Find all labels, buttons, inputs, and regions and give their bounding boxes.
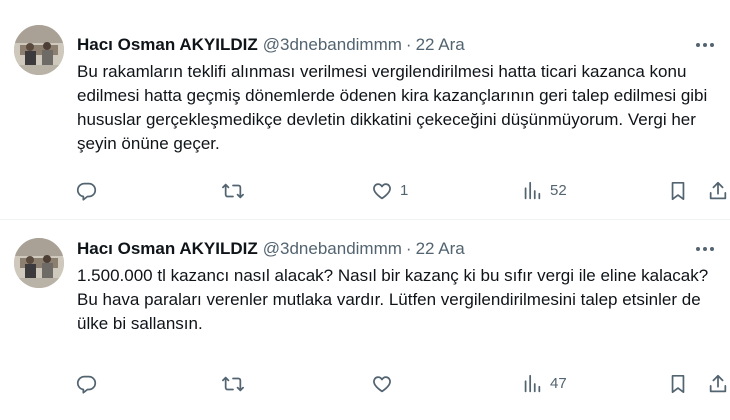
retweet-button[interactable] bbox=[221, 372, 252, 396]
tweet-text: 1.500.000 tl kazancı nasıl alacak? Nasıl… bbox=[77, 266, 709, 333]
share-button[interactable] bbox=[707, 372, 729, 396]
views-chart-icon bbox=[521, 373, 543, 395]
retweet-icon bbox=[221, 180, 245, 202]
heart-icon bbox=[371, 180, 393, 202]
bookmark-button[interactable] bbox=[668, 179, 688, 203]
reply-icon bbox=[76, 373, 98, 395]
bookmark-icon bbox=[668, 180, 688, 202]
avatar[interactable] bbox=[14, 238, 64, 288]
avatar[interactable] bbox=[14, 25, 64, 75]
views-button[interactable]: 47 bbox=[521, 372, 567, 396]
like-button[interactable]: 1 bbox=[371, 179, 408, 203]
share-icon bbox=[707, 373, 729, 395]
tweet-time[interactable]: 22 Ara bbox=[416, 238, 465, 260]
tweet-divider bbox=[0, 219, 730, 220]
tweet-actions: 47 bbox=[0, 372, 730, 396]
reply-button[interactable] bbox=[76, 372, 105, 396]
retweet-icon bbox=[221, 373, 245, 395]
tweet[interactable]: Hacı Osman AKYILDIZ @3dnebandimmm · 22 A… bbox=[0, 221, 730, 420]
like-button[interactable] bbox=[371, 372, 400, 396]
header-separator: · bbox=[405, 239, 412, 258]
header-separator: · bbox=[405, 35, 412, 54]
views-button[interactable]: 52 bbox=[521, 179, 567, 203]
share-button[interactable] bbox=[707, 179, 729, 203]
tweet-header: Hacı Osman AKYILDIZ @3dnebandimmm · 22 A… bbox=[77, 238, 465, 260]
views-count: 52 bbox=[550, 182, 567, 199]
author-handle[interactable]: @3dnebandimmm bbox=[263, 34, 402, 56]
tweet-time[interactable]: 22 Ara bbox=[416, 34, 465, 56]
author-name[interactable]: Hacı Osman AKYILDIZ bbox=[77, 34, 258, 56]
tweet[interactable]: Hacı Osman AKYILDIZ @3dnebandimmm · 22 A… bbox=[0, 0, 730, 220]
tweet-text: Bu rakamların teklifi alınması verilmesi… bbox=[77, 62, 708, 153]
share-icon bbox=[707, 180, 729, 202]
reply-button[interactable] bbox=[76, 179, 105, 203]
tweet-actions: 1 52 bbox=[0, 179, 730, 203]
reply-icon bbox=[76, 180, 98, 202]
heart-icon bbox=[371, 373, 393, 395]
like-count: 1 bbox=[400, 182, 409, 199]
bookmark-button[interactable] bbox=[668, 372, 688, 396]
more-horizontal-icon[interactable] bbox=[694, 240, 716, 258]
author-name[interactable]: Hacı Osman AKYILDIZ bbox=[77, 238, 258, 260]
bookmark-icon bbox=[668, 373, 688, 395]
views-chart-icon bbox=[521, 180, 543, 202]
views-count: 47 bbox=[550, 375, 567, 392]
more-horizontal-icon[interactable] bbox=[694, 36, 716, 54]
tweet-header: Hacı Osman AKYILDIZ @3dnebandimmm · 22 A… bbox=[77, 34, 465, 56]
retweet-button[interactable] bbox=[221, 179, 252, 203]
author-handle[interactable]: @3dnebandimmm bbox=[263, 238, 402, 260]
